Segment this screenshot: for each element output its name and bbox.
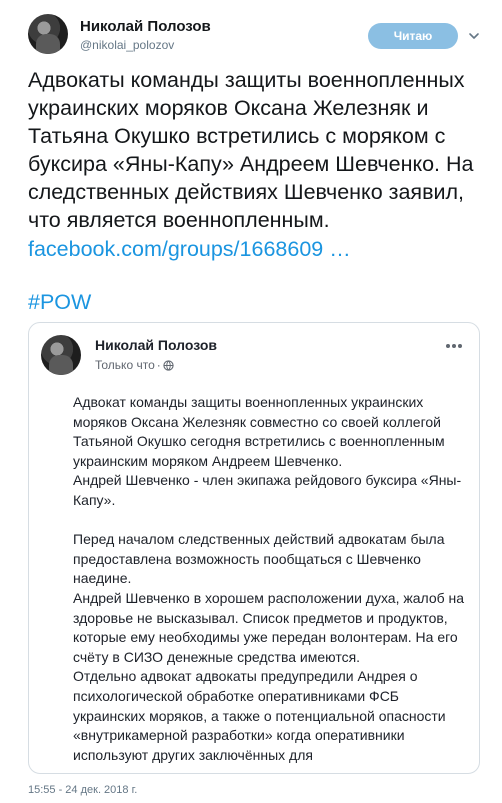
author-handle[interactable]: @nikolai_polozov (80, 38, 174, 52)
post-author-name[interactable]: Николай Полозов (95, 337, 217, 353)
post-paragraph: Андрей Шевченко в хорошем расположении д… (73, 589, 465, 665)
embedded-facebook-post[interactable]: Николай Полозов Только что · Адвокат ком… (28, 322, 480, 774)
post-paragraph: Андрей Шевченко - член экипажа рейдового… (73, 472, 462, 508)
meta-separator: · (156, 358, 161, 372)
following-button[interactable]: Читаю (368, 23, 458, 49)
post-time[interactable]: Только что (95, 358, 155, 372)
post-body: Адвокат команды защиты военнопленных укр… (73, 393, 468, 765)
post-paragraph: Адвокат команды защиты военнопленных укр… (73, 394, 445, 469)
post-meta: Только что · (95, 358, 174, 372)
tweet-header: Николай Полозов @nikolai_polozov Читаю (28, 14, 488, 58)
post-author-avatar[interactable] (41, 335, 81, 375)
tweet-link[interactable]: facebook.com/groups/1668609 … (28, 237, 351, 262)
globe-icon (163, 359, 174, 371)
tweet-text: Адвокаты команды защиты военнопленных ук… (28, 68, 474, 232)
hashtag-link[interactable]: #POW (28, 290, 91, 315)
more-horizontal-icon[interactable] (445, 343, 463, 349)
post-paragraph: Перед началом следственных действий адво… (73, 531, 445, 587)
tweet-timestamp[interactable]: 15:55 - 24 дек. 2018 г. (28, 784, 137, 796)
post-paragraph: Отдельно адвокат адвокаты предупредили А… (73, 668, 446, 763)
author-name[interactable]: Николай Полозов (80, 18, 211, 35)
chevron-down-icon[interactable] (468, 30, 480, 42)
author-avatar[interactable] (28, 14, 68, 54)
